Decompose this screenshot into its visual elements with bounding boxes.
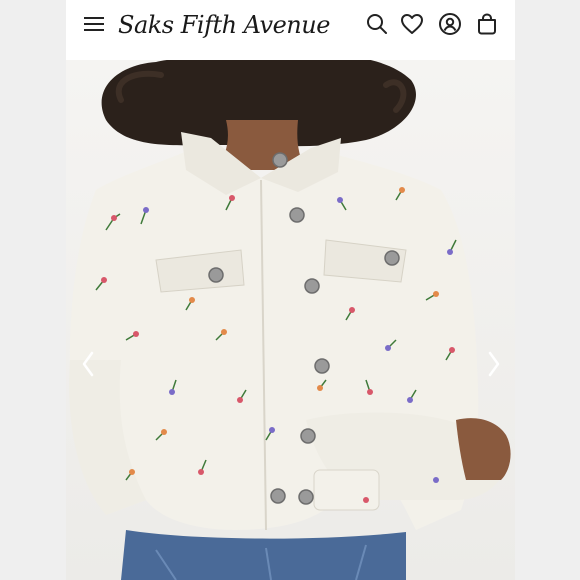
jacket-illustration	[69, 60, 511, 580]
menu-icon[interactable]	[84, 16, 104, 32]
search-icon[interactable]	[365, 12, 389, 36]
heart-icon[interactable]	[400, 12, 424, 36]
account-icon[interactable]	[438, 12, 462, 36]
site-header: Saks Fifth Avenue	[66, 0, 515, 52]
site-logo[interactable]: Saks Fifth Avenue	[118, 9, 330, 41]
product-image[interactable]	[66, 60, 515, 580]
bag-icon[interactable]	[475, 12, 499, 36]
chevron-right-icon[interactable]	[486, 350, 502, 378]
app-frame: Saks Fifth Avenue	[66, 0, 515, 580]
chevron-left-icon[interactable]	[80, 350, 96, 378]
